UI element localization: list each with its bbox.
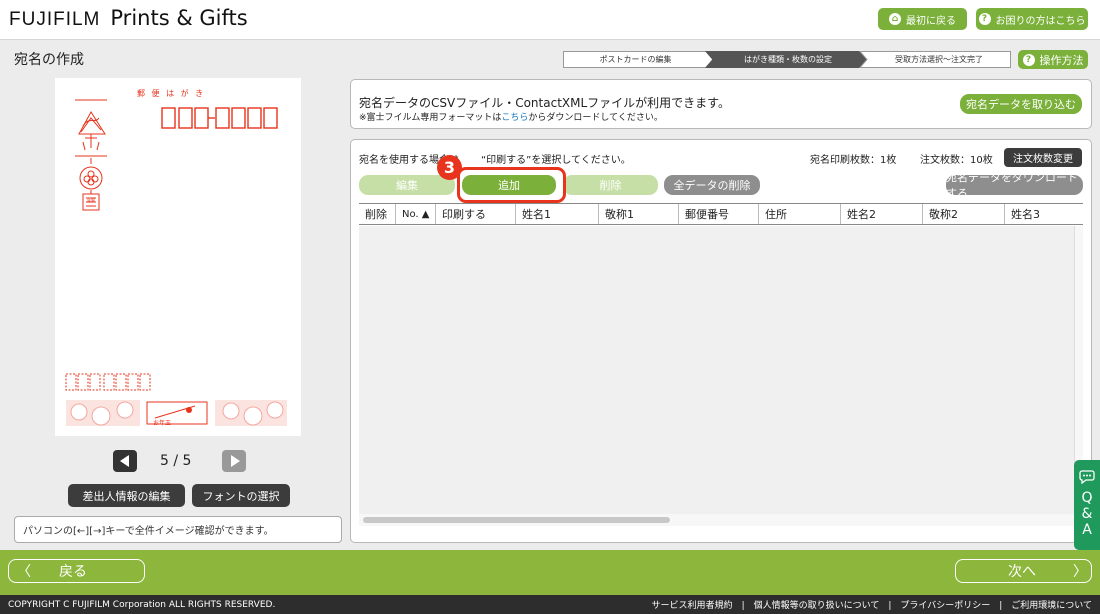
next-button-label: 次へ (1008, 564, 1036, 580)
format-download-link[interactable]: こちら (501, 113, 528, 123)
csv-info-text: 宛名データのCSVファイル・ContactXMLファイルが利用できます。 (359, 96, 730, 110)
horizontal-scroll-thumb[interactable] (363, 517, 670, 523)
column-print[interactable]: 印刷する (436, 204, 516, 224)
column-number[interactable]: No. ▲ (396, 204, 436, 224)
back-button-label: 戻る (59, 564, 87, 580)
privacy-link[interactable]: プライバシーポリシー (900, 601, 990, 611)
terms-link[interactable]: サービス利用者規約 (652, 601, 733, 611)
page-indicator: 5 / 5 (160, 453, 192, 469)
stamp-label: 年賀 (87, 198, 95, 203)
header: FUJIFILM Prints & Gifts ⌂ 最初に戻る ? お困りの方は… (0, 0, 1100, 40)
question-icon: ? (1022, 53, 1035, 66)
brand-name: FUJIFILM (9, 9, 101, 30)
font-select-button[interactable]: フォントの選択 (192, 484, 290, 507)
home-button-label: 最初に戻る (906, 15, 956, 27)
delete-all-button[interactable]: 全データの削除 (664, 175, 760, 195)
keyboard-hint: パソコンの[←][→]キーで全件イメージ確認ができます。 (14, 516, 342, 543)
list-instruction: 宛名を使用する場合は “印刷する”を選択してください。 (359, 151, 631, 166)
column-honorific2[interactable]: 敬称2 (923, 204, 1005, 224)
home-button[interactable]: ⌂ 最初に戻る (878, 8, 967, 30)
table-header: 削除 No. ▲ 印刷する 姓名1 敬称1 郵便番号 住所 姓名2 敬称2 姓名… (359, 203, 1083, 225)
column-name2[interactable]: 姓名2 (841, 204, 923, 224)
column-postal-code[interactable]: 郵便番号 (679, 204, 759, 224)
page-title: 宛名の作成 (14, 52, 84, 68)
qa-tab[interactable]: Q&A (1074, 460, 1100, 550)
instruction-text-after: “印刷する”を選択してください。 (481, 155, 631, 166)
next-button[interactable]: 次へ 〉 (955, 559, 1092, 583)
highlight-frame (457, 167, 566, 203)
next-page-button[interactable] (222, 450, 246, 472)
chevron-left-icon: 〈 (17, 564, 31, 580)
chat-bubble-icon (1079, 470, 1095, 484)
step-3: 受取方法選択〜注文完了 (895, 55, 983, 64)
column-name1[interactable]: 姓名1 (516, 204, 599, 224)
edit-button[interactable]: 編集 (359, 175, 455, 195)
environment-link[interactable]: ご利用環境について (1011, 601, 1092, 611)
csv-note-prefix: ※富士フイルム専用フォーマットは (359, 113, 502, 123)
progress-stepper: ポストカードの編集 はがき種類・枚数の設定 受取方法選択〜注文完了 (563, 51, 1011, 68)
back-button[interactable]: 〈 戻る (8, 559, 145, 583)
logo[interactable]: FUJIFILM Prints & Gifts (9, 6, 248, 34)
print-count: 宛名印刷枚数：1枚 (810, 155, 897, 166)
product-name: Prints & Gifts (110, 6, 248, 30)
lottery-label: お年玉 (153, 420, 172, 427)
delete-button[interactable]: 削除 (563, 175, 658, 195)
column-honorific1[interactable]: 敬称1 (599, 204, 679, 224)
edit-sender-button[interactable]: 差出人情報の編集 (68, 484, 185, 507)
csv-format-note: ※富士フイルム専用フォーマットはこちらからダウンロードしてください。 (359, 110, 663, 123)
postcard-preview: 郵 便 は が き お年玉 年賀 (55, 78, 301, 436)
how-to-button[interactable]: ? 操作方法 (1018, 50, 1088, 69)
footer: COPYRIGHT C FUJIFILM Corporation ALL RIG… (0, 595, 1100, 614)
help-button[interactable]: ? お困りの方はこちら (976, 8, 1088, 30)
footer-links: サービス利用者規約 | 個人情報等の取り扱いについて | プライバシーポリシー | ご利用環… (651, 601, 1092, 611)
order-count: 注文枚数：10枚 (920, 155, 993, 166)
help-button-label: お困りの方はこちら (995, 15, 1086, 27)
copyright: COPYRIGHT C FUJIFILM Corporation ALL RIG… (8, 599, 276, 610)
arrow-right-icon (231, 455, 240, 467)
postcard-artwork (65, 99, 287, 426)
column-delete: 削除 (359, 204, 396, 224)
step-1: ポストカードの編集 (599, 55, 672, 64)
personal-info-link[interactable]: 個人情報等の取り扱いについて (754, 601, 880, 611)
chevron-right-icon: 〉 (1073, 564, 1087, 580)
previous-page-button[interactable] (113, 450, 137, 472)
table-body (359, 226, 1074, 514)
csv-note-suffix: からダウンロードしてください。 (528, 113, 663, 123)
column-name3[interactable]: 姓名3 (1005, 204, 1083, 224)
home-icon: ⌂ (889, 13, 901, 25)
step-number-badge: 3 (437, 155, 462, 180)
question-icon: ? (978, 13, 991, 25)
step-2-active: はがき種類・枚数の設定 (744, 55, 832, 64)
column-address[interactable]: 住所 (759, 204, 841, 224)
download-address-button[interactable]: 宛名データをダウンロードする (946, 171, 1083, 200)
qa-label: Q&A (1081, 490, 1093, 538)
import-address-button[interactable]: 宛名データを取り込む (960, 94, 1082, 114)
arrow-left-icon (120, 455, 129, 467)
how-to-label: 操作方法 (1039, 53, 1084, 67)
bottom-nav-bar (0, 550, 1100, 595)
change-order-count-button[interactable]: 注文枚数変更 (1004, 148, 1082, 167)
